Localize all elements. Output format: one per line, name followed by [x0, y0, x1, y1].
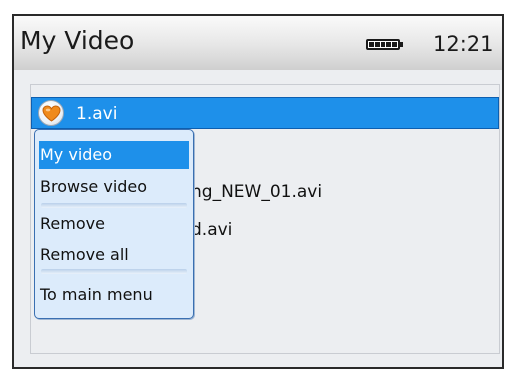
battery-full-icon [366, 39, 403, 50]
file-name: 1.avi [76, 104, 118, 124]
page-title: My Video [20, 26, 135, 55]
context-menu: My video Browse video Remove Remove all … [34, 129, 194, 319]
menu-item-my-video[interactable]: My video [39, 141, 189, 169]
file-name: ng_NEW_01.avi [191, 182, 323, 202]
menu-item-remove-all[interactable]: Remove all [39, 241, 189, 269]
heart-icon [38, 100, 64, 126]
menu-separator [41, 269, 187, 274]
menu-item-to-main-menu[interactable]: To main menu [39, 281, 189, 309]
clock: 12:21 [433, 32, 494, 56]
file-item-1[interactable]: 1.avi [31, 97, 499, 129]
menu-separator [41, 203, 187, 208]
file-name: d.avi [191, 220, 233, 240]
title-bar: My Video 12:21 [14, 16, 502, 71]
menu-item-browse-video[interactable]: Browse video [39, 173, 189, 201]
menu-item-remove[interactable]: Remove [39, 210, 189, 238]
